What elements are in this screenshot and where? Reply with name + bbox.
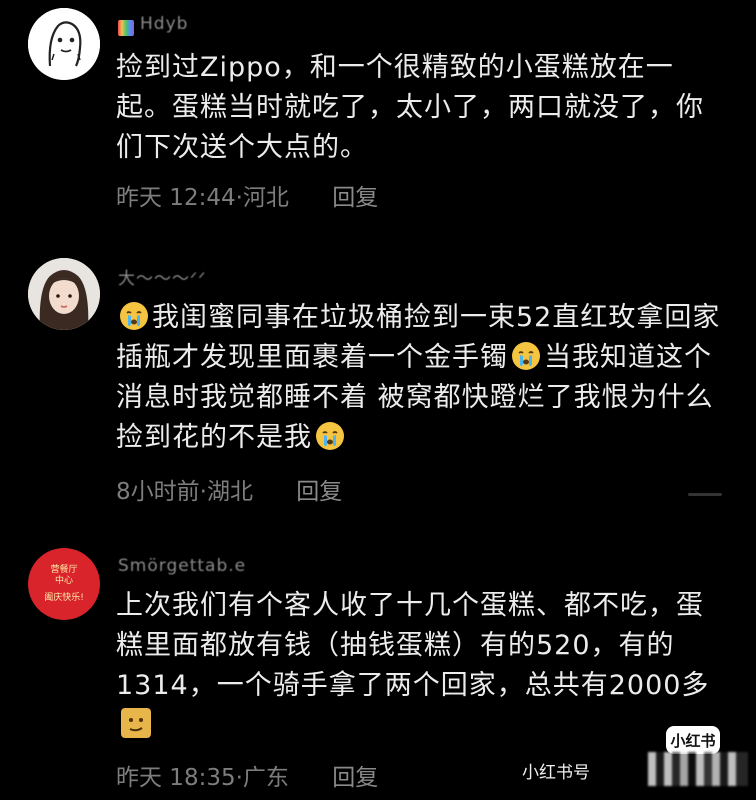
- username[interactable]: Hdyb: [140, 14, 188, 34]
- reply-button[interactable]: 回复: [332, 185, 378, 211]
- comment-meta: 昨天 12:44·河北 回复: [116, 185, 379, 211]
- watermark-mosaic: [648, 752, 748, 786]
- username[interactable]: 大～～～ᐟᐟ: [118, 264, 206, 289]
- badge-icon: [118, 20, 134, 36]
- timestamp: 8小时前: [116, 479, 200, 505]
- watermark-account-label: 小红书号: [522, 763, 590, 783]
- comment-meta: 昨天 18:35·广东 回复: [116, 765, 379, 791]
- reply-button[interactable]: 回复: [296, 479, 342, 505]
- avatar-text-line: 营餐厅: [50, 564, 78, 575]
- smirk-face-icon: [119, 706, 153, 740]
- xiaohongshu-logo: 小红书: [666, 726, 720, 754]
- location: 河北: [242, 185, 289, 211]
- location: 广东: [242, 765, 289, 791]
- comment-text-main: 上次我们有个客人收了十几个蛋糕、都不吃，蛋糕里面都放有钱（抽钱蛋糕）有的520，…: [116, 590, 710, 701]
- collapse-handle[interactable]: [688, 493, 722, 496]
- avatar[interactable]: 营餐厅 中心 阖庆快乐!: [28, 548, 100, 620]
- avatar-cartoon-icon: [28, 8, 100, 80]
- avatar[interactable]: [28, 8, 100, 80]
- avatar-portrait-icon: [28, 258, 100, 330]
- reply-button[interactable]: 回复: [332, 765, 378, 791]
- comment-text: 上次我们有个客人收了十几个蛋糕、都不吃，蛋糕里面都放有钱（抽钱蛋糕）有的520，…: [116, 586, 728, 747]
- comment-meta: 8小时前·湖北 回复: [116, 479, 343, 505]
- username[interactable]: Smörgettab.e: [118, 556, 246, 576]
- crying-face-icon: [511, 341, 541, 371]
- timestamp: 昨天 12:44: [116, 185, 236, 211]
- timestamp: 昨天 18:35: [116, 765, 236, 791]
- location: 湖北: [206, 479, 253, 505]
- crying-face-icon: [119, 301, 149, 331]
- avatar-text-line: 阖庆快乐!: [44, 592, 84, 603]
- crying-face-icon: [315, 421, 345, 451]
- avatar[interactable]: [28, 258, 100, 330]
- comment-text: 捡到过Zippo，和一个很精致的小蛋糕放在一起。蛋糕当时就吃了，太小了，两口就没…: [116, 52, 704, 163]
- avatar-text-line: 中心: [54, 575, 73, 586]
- comment-text: 我闺蜜同事在垃圾桶捡到一束52直红玫拿回家插瓶才发现里面裹着一个金手镯 当我知道…: [116, 298, 728, 458]
